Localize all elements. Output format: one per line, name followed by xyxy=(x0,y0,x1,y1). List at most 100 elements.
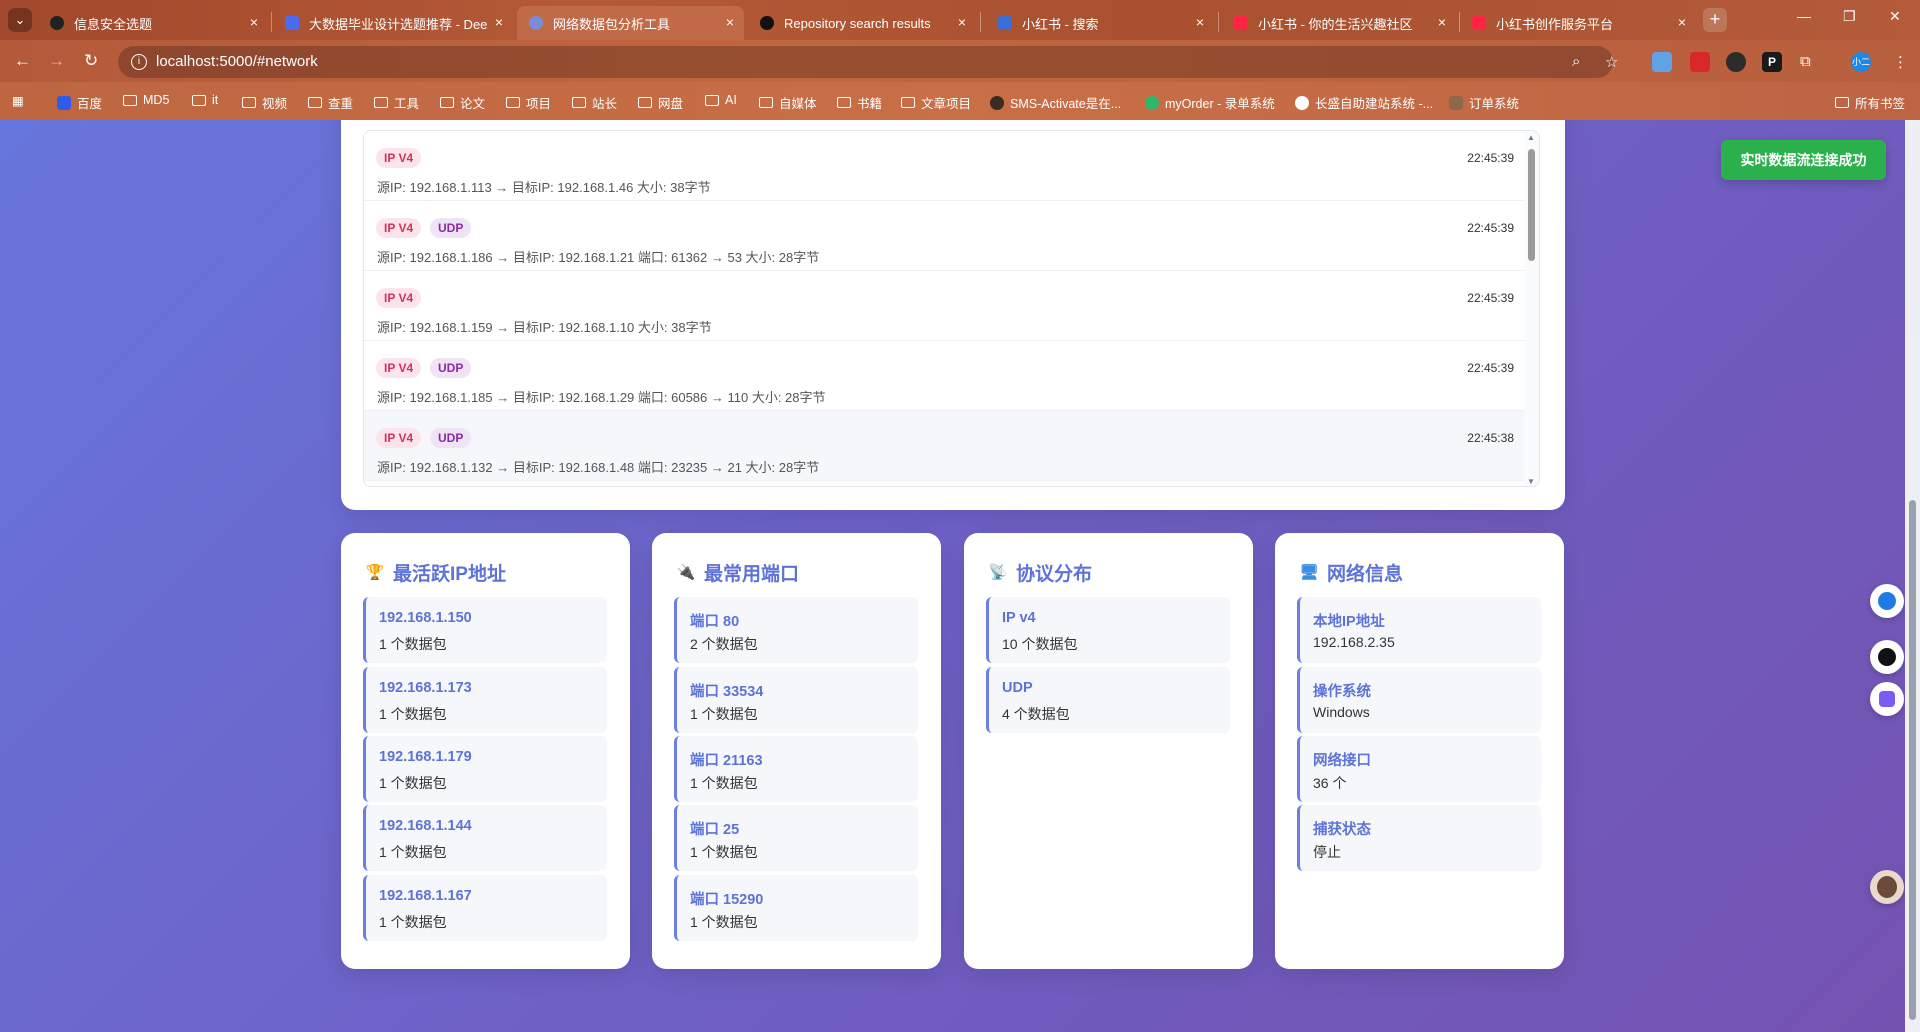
packet-time: 22:45:39 xyxy=(1467,361,1514,375)
protocol-distribution-card: 📡 协议分布 IP v4 10 个数据包 UDP 4 个数据包 xyxy=(964,533,1253,969)
openai-icon xyxy=(50,16,64,30)
more-vert-icon[interactable]: ⋮ xyxy=(1893,53,1908,71)
tab-item[interactable]: 信息安全选题 × xyxy=(38,6,268,40)
tab-item[interactable]: 小红书 - 搜索 × xyxy=(986,6,1214,40)
bookmark-item[interactable]: 百度 xyxy=(57,93,102,112)
bookmark-item[interactable]: SMS-Activate是在... xyxy=(990,93,1121,112)
minimize-icon[interactable]: — xyxy=(1797,8,1811,24)
page-scroll-thumb[interactable] xyxy=(1909,500,1916,1020)
packet-list-scrollbar[interactable]: ▲ ▼ xyxy=(1524,131,1539,486)
card-title: 🏆 最活跃IP地址 xyxy=(365,563,506,586)
page-scrollbar[interactable] xyxy=(1905,120,1920,1032)
packet-item[interactable]: IP V4 UDP 22:45:39 源IP: 192.168.1.186 → … xyxy=(364,201,1526,271)
port-stat-item: 端口 25 1 个数据包 xyxy=(674,805,918,871)
folder-icon xyxy=(242,97,256,108)
forward-icon[interactable]: → xyxy=(48,51,65,71)
bookmark-item[interactable]: myOrder - 录单系统 xyxy=(1145,93,1275,112)
vue-icon xyxy=(1145,95,1159,110)
close-icon[interactable]: × xyxy=(1678,14,1686,30)
satellite-icon: 📡 xyxy=(988,563,1008,581)
bookmark-folder[interactable]: MD5 xyxy=(123,93,169,107)
plug-icon: 🔌 xyxy=(676,563,696,581)
packet-item[interactable]: IP V4 UDP 22:45:38 源IP: 192.168.1.132 → … xyxy=(364,411,1526,481)
packet-detail: 源IP: 192.168.1.132 → 目标IP: 192.168.1.48 … xyxy=(377,460,820,475)
bookmark-item[interactable]: 长盛自助建站系统 -... xyxy=(1295,93,1433,112)
protocol-badge-ipv4: IP V4 xyxy=(376,358,422,378)
packet-item[interactable]: IP V4 UDP 22:45:39 源IP: 192.168.1.185 → … xyxy=(364,341,1526,411)
close-icon[interactable]: × xyxy=(250,14,258,30)
extension-icon[interactable] xyxy=(1652,52,1672,72)
bookmark-folder[interactable]: 网盘 xyxy=(638,93,683,112)
protocol-badge-ipv4: IP V4 xyxy=(376,148,422,168)
folder-icon xyxy=(123,94,137,106)
info-icon[interactable]: i xyxy=(131,54,147,70)
top-ports-card: 🔌 最常用端口 端口 80 2 个数据包 端口 33534 1 个数据包 端口 21… xyxy=(652,533,941,969)
tab-item[interactable]: Repository search results × xyxy=(748,6,976,40)
xiaohongshu-icon xyxy=(1472,16,1486,30)
translate-button[interactable] xyxy=(1870,640,1904,674)
ai-bot-button[interactable] xyxy=(1870,682,1904,716)
close-icon[interactable]: × xyxy=(1438,14,1446,30)
bookmark-folder[interactable]: 项目 xyxy=(506,93,551,112)
bookmark-folder[interactable]: 站长 xyxy=(572,93,617,112)
bookmark-folder[interactable]: it xyxy=(192,93,218,107)
extension-icon[interactable] xyxy=(1726,52,1746,72)
packet-stream-card: IP V4 22:45:39 源IP: 192.168.1.113 → 目标IP… xyxy=(341,120,1565,510)
tab-separator xyxy=(1218,12,1219,32)
all-bookmarks[interactable]: 所有书签 xyxy=(1835,93,1905,112)
packet-time: 22:45:38 xyxy=(1467,431,1514,445)
tab-item[interactable]: 小红书创作服务平台 × xyxy=(1460,6,1696,40)
close-icon[interactable]: × xyxy=(495,14,503,30)
tab-search-button[interactable]: ⌄ xyxy=(8,8,32,32)
globe-icon xyxy=(529,16,543,30)
close-icon[interactable]: × xyxy=(958,14,966,30)
bookmark-folder[interactable]: 视频 xyxy=(242,93,287,112)
capture-status-item: 捕获状态 停止 xyxy=(1297,805,1541,871)
back-icon[interactable]: ← xyxy=(14,51,31,71)
user-avatar-button[interactable] xyxy=(1870,870,1904,904)
packet-item[interactable]: IP V4 22:45:39 源IP: 192.168.1.159 → 目标IP… xyxy=(364,271,1526,341)
reload-icon[interactable]: ↻ xyxy=(84,51,98,71)
restore-icon[interactable]: ❐ xyxy=(1843,8,1856,25)
bookmark-folder[interactable]: AI xyxy=(705,93,737,107)
new-tab-button[interactable]: + xyxy=(1703,8,1727,32)
folder-icon xyxy=(638,97,652,108)
bookmark-item[interactable]: 订单系统 xyxy=(1449,93,1519,112)
apps-icon[interactable]: ▦ xyxy=(12,93,24,108)
packet-item[interactable]: IP V4 22:45:39 源IP: 192.168.1.113 → 目标IP… xyxy=(364,131,1526,201)
tab-item-active[interactable]: 网络数据包分析工具 × xyxy=(517,6,744,40)
folder-icon xyxy=(192,94,206,106)
close-icon[interactable]: × xyxy=(1196,14,1204,30)
extension-icon[interactable]: P xyxy=(1762,52,1782,72)
ip-stat-item: 192.168.1.173 1 个数据包 xyxy=(363,667,607,733)
bookmark-folder[interactable]: 查重 xyxy=(308,93,353,112)
scroll-down-icon[interactable]: ▼ xyxy=(1527,477,1535,486)
profile-avatar[interactable]: 小二 xyxy=(1851,52,1871,72)
bookmark-folder[interactable]: 工具 xyxy=(374,93,419,112)
translate-icon xyxy=(1878,648,1896,666)
close-icon[interactable]: × xyxy=(726,14,734,30)
chat-assistant-button[interactable] xyxy=(1870,584,1904,618)
scroll-thumb[interactable] xyxy=(1528,149,1535,261)
chevron-down-icon: ⌄ xyxy=(14,12,26,27)
tab-item[interactable]: 小红书 - 你的生活兴趣社区 × xyxy=(1222,6,1456,40)
local-ip-item: 本地IP地址 192.168.2.35 xyxy=(1297,597,1541,663)
folder-icon xyxy=(374,97,388,108)
window-close-icon[interactable]: ✕ xyxy=(1889,8,1901,25)
bookmark-folder[interactable]: 论文 xyxy=(440,93,485,112)
port-stat-item: 端口 33534 1 个数据包 xyxy=(674,667,918,733)
url-input[interactable]: i localhost:5000/#network xyxy=(118,46,1613,78)
bookmark-folder[interactable]: 文章项目 xyxy=(901,93,971,112)
bookmark-folder[interactable]: 书籍 xyxy=(837,93,882,112)
protocol-badge-ipv4: IP V4 xyxy=(376,218,422,238)
star-icon[interactable]: ☆ xyxy=(1605,53,1618,71)
tab-item[interactable]: 大数据毕业设计选题推荐 - Dee × xyxy=(273,6,513,40)
puzzle-icon[interactable]: ⧉ xyxy=(1800,53,1811,70)
extension-icon[interactable] xyxy=(1690,52,1710,72)
bookmark-folder[interactable]: 自媒体 xyxy=(759,93,817,112)
page-content: 实时数据流连接成功 IP V4 22:45:39 源IP: 192.168.1.… xyxy=(0,120,1905,1032)
baidu-icon xyxy=(57,95,71,110)
scroll-up-icon[interactable]: ▲ xyxy=(1527,133,1535,142)
zoom-icon[interactable]: ⌕ xyxy=(1572,53,1580,70)
packet-list[interactable]: IP V4 22:45:39 源IP: 192.168.1.113 → 目标IP… xyxy=(363,130,1540,487)
